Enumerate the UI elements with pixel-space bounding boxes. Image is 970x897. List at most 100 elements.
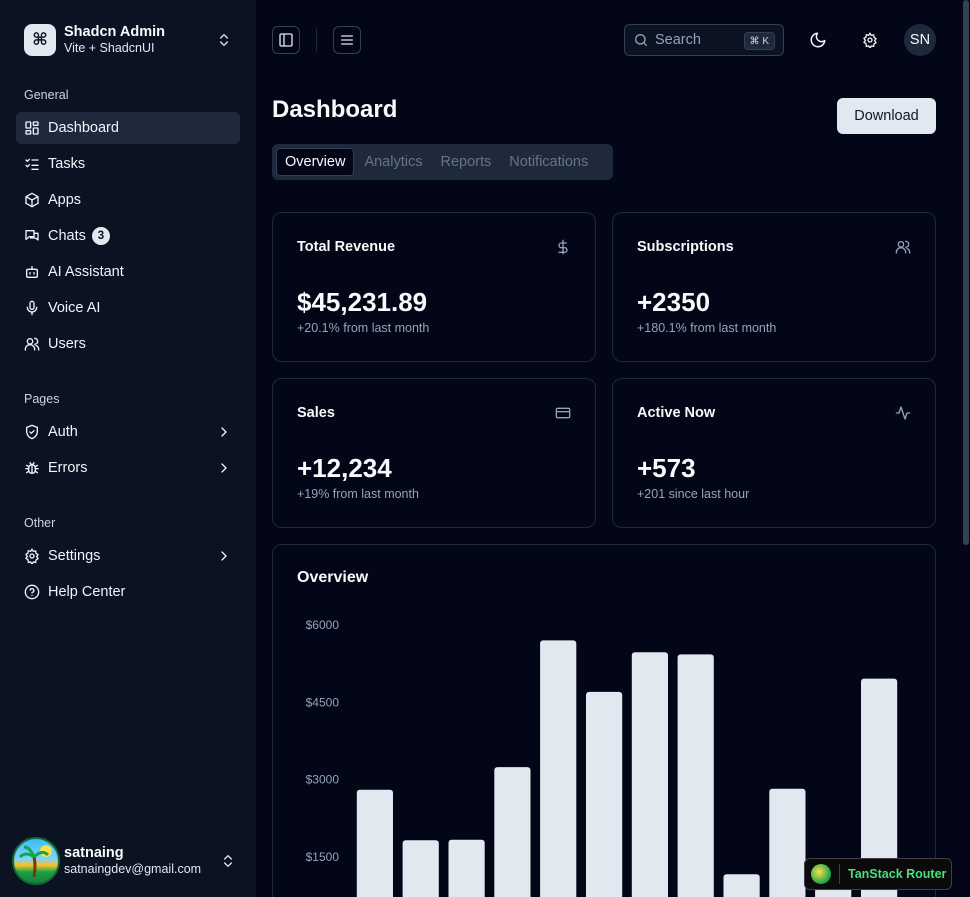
- stat-title: Subscriptions: [637, 239, 734, 255]
- activity-icon: [895, 406, 911, 420]
- microphone-icon: [26, 300, 38, 316]
- bot-icon: [26, 266, 38, 278]
- tab-overview[interactable]: Overview: [276, 148, 355, 176]
- layout-dashboard-icon: [25, 121, 39, 135]
- list-checks-icon: [25, 158, 39, 170]
- stat-title: Active Now: [637, 405, 716, 421]
- tab-reports[interactable]: Reports: [432, 148, 499, 176]
- chevrons-up-down-icon: [224, 855, 232, 867]
- sidebar-item-tasks[interactable]: Tasks: [16, 148, 240, 180]
- team-info: Shadcn Admin Vite + ShadcnUI: [64, 24, 165, 56]
- stat-card-subscriptions: Subscriptions +2350 +180.1% from last mo…: [612, 212, 936, 362]
- messages-icon: [25, 230, 39, 241]
- stat-value: +573: [637, 453, 696, 483]
- user-name: satnaing: [64, 845, 124, 861]
- team-switcher[interactable]: ⌘ Shadcn Admin Vite + ShadcnUI: [16, 16, 240, 64]
- chart-bar[interactable]: [356, 789, 393, 897]
- search-input[interactable]: Search ⌘ K: [624, 24, 784, 56]
- sidebar-toggle-button[interactable]: [272, 26, 300, 54]
- dashboard-tabs: Overview Analytics Reports Notifications: [272, 144, 613, 180]
- chart-bar[interactable]: [586, 691, 623, 897]
- search-placeholder: Search: [655, 32, 701, 48]
- menu-button[interactable]: [333, 26, 361, 54]
- stat-value: +12,234: [297, 453, 392, 483]
- sidebar: ⌘ Shadcn Admin Vite + ShadcnUI General D…: [0, 0, 256, 897]
- group-label-pages: Pages: [24, 392, 60, 406]
- bug-icon: [25, 462, 39, 474]
- download-button[interactable]: Download: [837, 98, 936, 134]
- chart-bar[interactable]: [631, 652, 668, 897]
- credit-card-icon: [555, 407, 571, 419]
- stat-value: $45,231.89: [297, 287, 428, 317]
- group-label-general: General: [24, 88, 69, 102]
- user-info: satnaing satnaingdev@gmail.com: [64, 845, 201, 877]
- user-menu[interactable]: satnaing satnaingdev@gmail.com: [12, 837, 244, 885]
- devtools-label: TanStack Router: [848, 867, 947, 881]
- stat-change: +180.1% from last month: [637, 321, 777, 335]
- stat-change: +19% from last month: [297, 487, 419, 501]
- command-icon: ⌘: [24, 24, 56, 56]
- y-tick-label: $6000: [306, 618, 340, 632]
- sidebar-item-help-center[interactable]: Help Center: [16, 576, 240, 608]
- sidebar-item-ai-assistant[interactable]: AI Assistant: [16, 256, 240, 288]
- sidebar-item-label: Chats: [48, 228, 86, 244]
- overview-chart-card: Overview $0$1500$3000$4500$6000: [272, 544, 936, 897]
- stat-card-active-now: Active Now +573 +201 since last hour: [612, 378, 936, 528]
- chart-bar[interactable]: [448, 839, 485, 897]
- sidebar-item-label: Auth: [48, 424, 78, 440]
- chart-bar[interactable]: [723, 874, 760, 897]
- chart-bar[interactable]: [494, 767, 531, 897]
- sidebar-item-chats[interactable]: Chats 3: [16, 220, 240, 252]
- sidebar-item-label: Help Center: [48, 584, 126, 600]
- users-icon: [895, 240, 911, 254]
- sidebar-item-errors[interactable]: Errors: [16, 452, 240, 484]
- devtools-divider: [839, 864, 840, 884]
- sidebar-item-label: Dashboard: [48, 120, 119, 136]
- chart-bar[interactable]: [540, 640, 577, 897]
- sidebar-item-users[interactable]: Users: [16, 328, 240, 360]
- chart-bar[interactable]: [677, 654, 714, 897]
- tanstack-router-devtools-button[interactable]: TanStack Router: [804, 858, 952, 890]
- palm-tree-icon: [18, 845, 52, 878]
- header-divider: [316, 28, 317, 52]
- profile-avatar-button[interactable]: SN: [904, 24, 936, 56]
- team-plan: Vite + ShadcnUI: [64, 41, 155, 55]
- search-shortcut: ⌘ K: [743, 32, 775, 50]
- help-circle-icon: [24, 584, 40, 600]
- sidebar-item-settings[interactable]: Settings: [16, 540, 240, 572]
- settings-button[interactable]: [852, 22, 888, 58]
- overview-bar-chart: $0$1500$3000$4500$6000: [306, 618, 898, 897]
- shield-check-icon: [26, 424, 38, 440]
- gear-icon: [863, 32, 877, 48]
- chart-bar[interactable]: [402, 840, 439, 897]
- tab-analytics[interactable]: Analytics: [356, 148, 430, 176]
- sidebar-item-label: Users: [48, 336, 86, 352]
- sidebar-item-label: Tasks: [48, 156, 86, 172]
- package-icon: [25, 192, 39, 208]
- tab-notifications[interactable]: Notifications: [501, 148, 596, 176]
- chevron-right-icon: [221, 551, 227, 561]
- group-label-other: Other: [24, 516, 56, 530]
- gear-icon: [25, 548, 39, 564]
- user-avatar: [12, 837, 60, 885]
- scrollbar-thumb[interactable]: [963, 0, 969, 545]
- moon-icon: [810, 32, 826, 48]
- sidebar-item-voice-ai[interactable]: Voice AI: [16, 292, 240, 324]
- panel-left-icon: [279, 33, 293, 47]
- chart-bar[interactable]: [769, 788, 806, 897]
- page-scrollbar[interactable]: [962, 0, 970, 545]
- stat-change: +201 since last hour: [637, 487, 750, 501]
- menu-icon: [341, 35, 353, 45]
- sidebar-item-apps[interactable]: Apps: [16, 184, 240, 216]
- stat-change: +20.1% from last month: [297, 321, 430, 335]
- sidebar-item-dashboard[interactable]: Dashboard: [16, 112, 240, 144]
- chevron-right-icon: [221, 463, 227, 473]
- sidebar-item-auth[interactable]: Auth: [16, 416, 240, 448]
- chats-count-badge: 3: [91, 227, 110, 245]
- y-tick-label: $1500: [306, 850, 340, 864]
- users-icon: [24, 337, 40, 351]
- user-email: satnaingdev@gmail.com: [64, 862, 202, 876]
- y-tick-label: $4500: [306, 695, 340, 709]
- stat-card-total-revenue: Total Revenue $45,231.89 +20.1% from las…: [272, 212, 596, 362]
- theme-toggle-button[interactable]: [800, 22, 836, 58]
